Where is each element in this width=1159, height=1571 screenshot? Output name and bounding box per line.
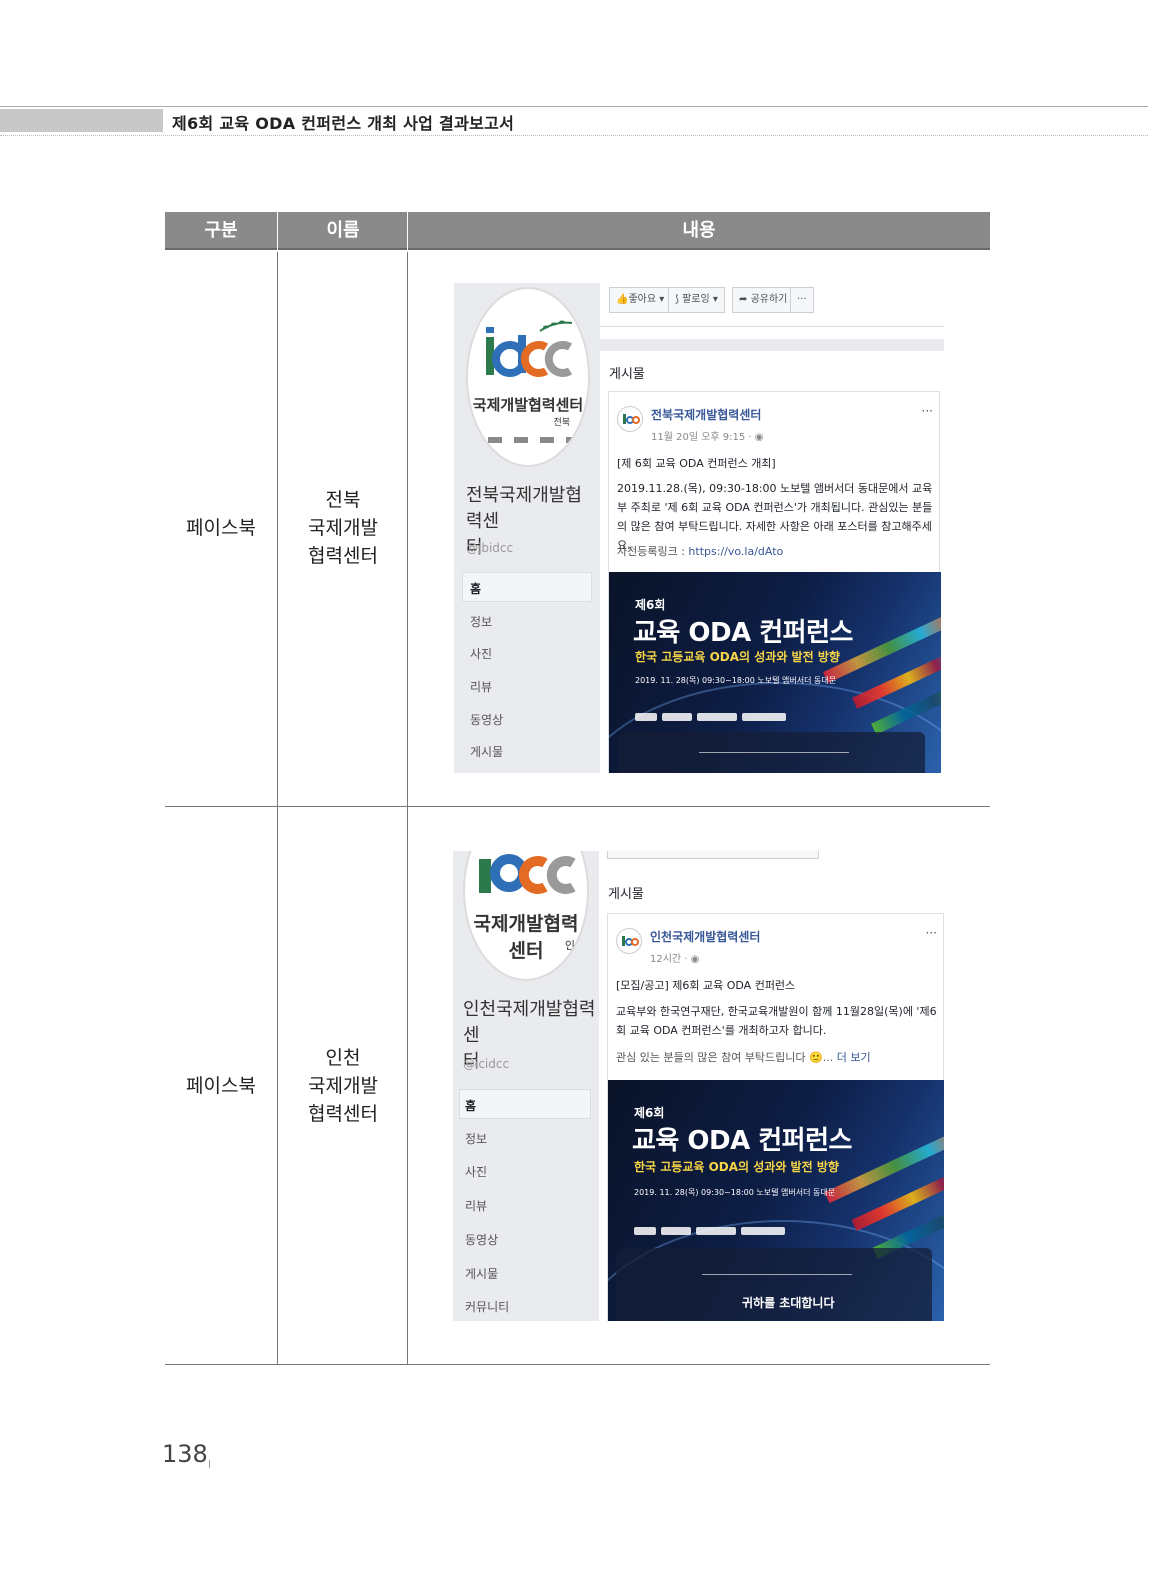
posts-section-title: 게시물 [608,887,644,902]
conference-poster[interactable]: 제6회 교육 ODA 컨퍼런스 한국 고등교육 ODA의 성과와 발전 방향 2… [608,1080,944,1321]
logo-text: 국제개발협력센터 [472,396,584,414]
poster-subtitle: 한국 고등교육 ODA의 성과와 발전 방향 [635,650,840,664]
post-headline: [제 6회 교육 ODA 컨퍼런스 개최] [617,457,776,470]
poster-ornament [702,1274,852,1275]
post-headline: [모집/공고] 제6회 교육 ODA 컨퍼런스 [616,979,796,992]
poster-invitation: 귀하를 초대합니다 [742,1296,835,1310]
post-options-icon[interactable]: ··· [922,404,933,418]
nav-videos[interactable]: 동영상 [465,1231,498,1248]
thumbs-up-icon: 👍 [616,294,629,305]
row1-name: 전북 국제개발 협력센터 [308,489,378,567]
page-avatar[interactable] [616,928,642,954]
more-button[interactable]: ··· [790,287,814,313]
poster-title: 교육 ODA 컨퍼런스 [632,1126,852,1156]
page-handle: @icidcc [463,1057,510,1071]
nav-reviews[interactable]: 리뷰 [470,678,492,695]
page-number: 138 [162,1440,208,1468]
page-number-bar [209,1460,210,1468]
post-body: 교육부와 한국연구재단, 한국교육개발원이 함께 11월28일(목)에 '제6회… [616,1005,937,1037]
column-rule [407,252,408,1364]
nav-home[interactable]: 홈 [465,1097,476,1114]
nav-photos[interactable]: 사진 [470,645,492,662]
header-grey-block [0,109,163,132]
poster-kicker: 제6회 [635,598,666,612]
post-timestamp[interactable]: 12시간 · ◉ [650,950,699,965]
logo-text: 국제개발협력센터 [473,913,579,962]
poster-kicker: 제6회 [634,1106,665,1120]
post-options-icon[interactable]: ··· [926,926,937,940]
row2-name: 인천 국제개발 협력센터 [308,1047,378,1125]
header-rule-bottom [0,135,1148,136]
page-handle: @jbidcc [466,541,514,555]
poster-ornament [699,752,849,753]
following-button[interactable]: ⟆ 팔로잉 ▾ [668,287,725,313]
document-title: 제6회 교육 ODA 컨퍼런스 개최 사업 결과보고서 [172,114,515,133]
nav-active-bg [462,572,592,602]
poster-title: 교육 ODA 컨퍼런스 [633,618,853,648]
post-author[interactable]: 인천국제개발협력센터 [650,928,760,945]
poster-date: 2019. 11. 28(목) 09:30~18:00 노보텔 앰버서더 동대문 [635,676,837,685]
share-button[interactable]: ➦ 공유하기 [732,287,795,313]
nav-videos[interactable]: 동영상 [470,711,503,728]
poster-sponsor-logos [635,706,791,721]
nav-info[interactable]: 정보 [465,1130,487,1147]
row2-category: 페이스북 [186,1075,256,1097]
row-rule [165,1364,990,1365]
idcc-logo-icon [486,320,573,377]
action-bar-clipped [607,851,819,859]
poster-date: 2019. 11. 28(목) 09:30~18:00 노보텔 앰버서더 동대문 [634,1188,836,1197]
post-card: 인천국제개발협력센터 12시간 · ◉ ··· [모집/공고] 제6회 교육 O… [607,913,944,1321]
poster-subtitle: 한국 고등교육 ODA의 성과와 발전 방향 [634,1160,839,1174]
posts-section-title: 게시물 [609,367,645,382]
share-icon: ➦ [739,294,751,305]
nav-reviews[interactable]: 리뷰 [465,1197,487,1214]
logo-region: 전북 [553,418,570,428]
nav-photos[interactable]: 사진 [465,1163,487,1180]
facebook-screenshot-jeonbuk: 국제개발협력센터 전북 전북국제개발협력센 터 @jbidcc 홈 정보 사진 … [454,283,944,773]
divider-band [600,339,944,351]
table-header-row: 구분 이름 내용 [165,212,990,250]
see-more-link[interactable]: 더 보기 [837,1051,871,1064]
registration-link[interactable]: https://vo.la/dAto [688,545,783,558]
post-card: 전북국제개발협력센터 11월 20일 오후 9:15 · ◉ ··· [제 6회… [608,391,941,773]
post-more-line: 관심 있는 분들의 많은 참여 부탁드립니다 🙂... 더 보기 [616,1051,871,1064]
header-category: 구분 [204,220,238,241]
nav-info[interactable]: 정보 [470,613,492,630]
nav-posts[interactable]: 게시물 [470,743,503,760]
divider [600,326,944,327]
post-link-line: 사전등록링크 : https://vo.la/dAto [617,545,784,558]
facebook-screenshot-incheon: 국제개발협력센터 인 인천국제개발협력센 터 @icidcc 홈 정보 사진 리… [453,851,944,1321]
nav-community[interactable]: 커뮤니티 [465,1298,509,1315]
conference-poster[interactable]: 제6회 교육 ODA 컨퍼런스 한국 고등교육 ODA의 성과와 발전 방향 2… [609,572,941,773]
row1-category: 페이스북 [186,517,256,539]
page-logo: 국제개발협력센터 전북 [466,287,590,467]
page-logo: 국제개발협력센터 인 [463,851,589,981]
like-button[interactable]: 👍좋아요 ▾ [609,287,672,313]
logo-region: 인 [564,939,575,952]
header-rule-top [0,106,1148,107]
column-rule [277,252,278,1364]
header-content: 내용 [682,220,716,241]
post-author[interactable]: 전북국제개발협력센터 [651,406,761,423]
partner-logos [488,437,572,443]
idcc-logo-icon [479,854,576,894]
poster-sponsor-logos [634,1220,790,1235]
page-avatar[interactable] [617,406,643,432]
nav-home[interactable]: 홈 [470,580,481,597]
idcc-logo-icon [622,936,639,946]
nav-posts[interactable]: 게시물 [465,1265,498,1282]
row-rule [165,806,990,807]
post-timestamp[interactable]: 11월 20일 오후 9:15 · ◉ [651,428,764,443]
header-name: 이름 [326,220,360,241]
idcc-logo-icon [623,414,640,424]
nav-active-bg [459,1089,591,1119]
